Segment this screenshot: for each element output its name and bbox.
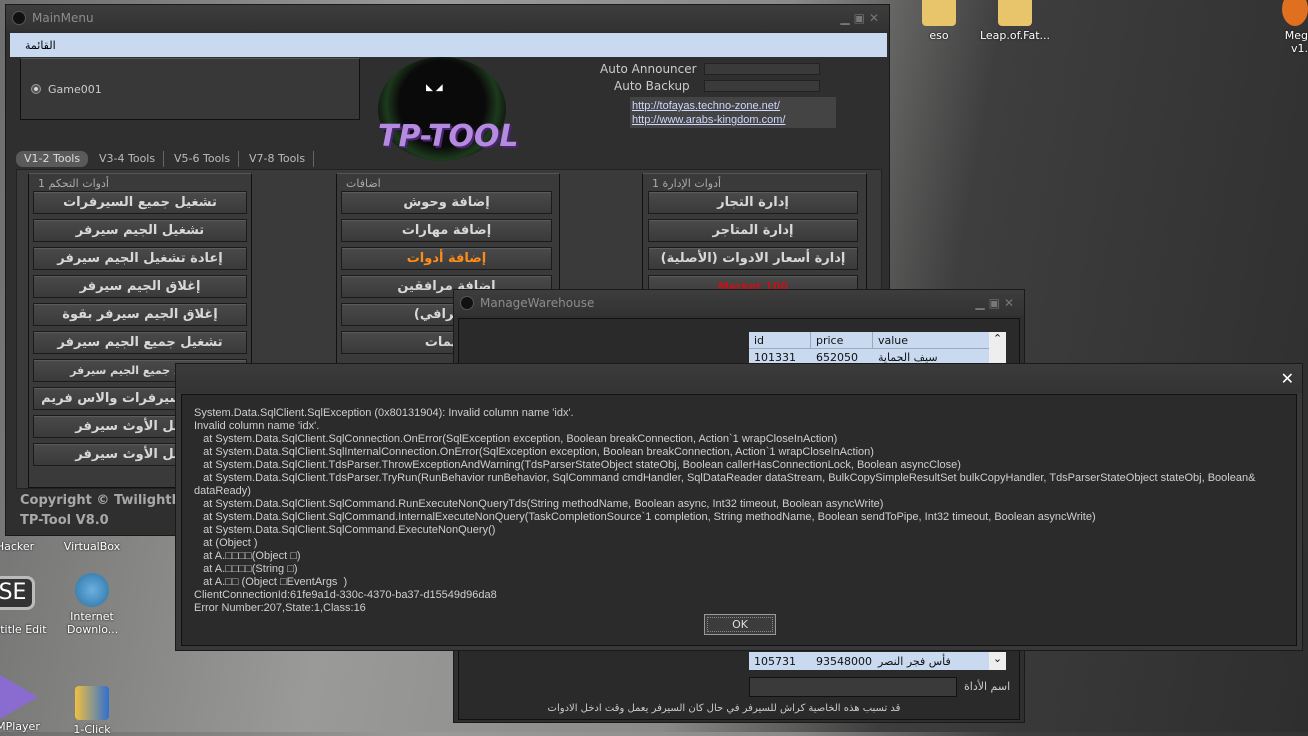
warning-text: قد تسبب هذه الخاصية كراش للسيرفر في حال … [547, 703, 901, 714]
desktop-icon-eso[interactable]: eso [899, 0, 979, 42]
subtitle-edit-icon: SE [0, 576, 35, 610]
links-box: http://tofayas.techno-zone.net/ http://w… [630, 97, 836, 128]
error-line: at A.□□□□(Object □) [194, 550, 301, 562]
idm-icon [75, 573, 109, 607]
tool-button[interactable]: إغلاق الجيم سيرفر بقوة [33, 303, 247, 326]
maximize-icon[interactable]: ▣ [989, 296, 1004, 310]
folder-icon [922, 0, 956, 26]
error-dialog: ✕ System.Data.SqlClient.SqlException (0x… [175, 363, 1303, 651]
server-list: Game001 [20, 58, 360, 120]
error-line: at System.Data.SqlClient.SqlInternalConn… [194, 446, 874, 458]
tool-button[interactable]: تشغيل الجيم سيرفر [33, 219, 247, 242]
error-line: System.Data.SqlClient.SqlException (0x80… [194, 407, 574, 419]
error-content: System.Data.SqlClient.SqlException (0x80… [181, 394, 1297, 646]
title-bar[interactable]: MainMenu ▁▣✕ [6, 5, 889, 31]
group-title: أدوات الإدارة 1 [652, 177, 722, 190]
tab-v3-4-tools[interactable]: V3-4 Tools [91, 151, 165, 167]
tool-button[interactable]: إضافة وحوش [341, 191, 552, 214]
error-message: System.Data.SqlClient.SqlException (0x80… [194, 407, 1289, 615]
desktop-icon-mplayer[interactable]: MPlayer [0, 720, 58, 733]
error-line: at A.□□□□(String □) [194, 563, 298, 575]
error-line: at System.Data.SqlClient.SqlConnection.O… [194, 433, 838, 445]
cleaner-icon [75, 686, 109, 720]
tool-button[interactable]: إغلاق الجيم سيرفر [33, 275, 247, 298]
ok-button[interactable]: OK [704, 614, 776, 635]
error-line: at System.Data.SqlClient.TdsParser.Throw… [194, 459, 961, 471]
warehouse-grid[interactable]: id price value 101331 652050 سيف الحماية ⌃ [749, 332, 1006, 366]
error-line: at System.Data.SqlClient.TdsParser.TryRu… [194, 472, 1259, 497]
group-title: اضافات [346, 177, 381, 190]
warehouse-grid-bottom[interactable]: 105731 93548000 فأس فجر النصر ⌄ [749, 652, 1006, 670]
minimize-icon[interactable]: ▁ [840, 11, 853, 25]
copyright-text: Copyright © TwilightPrin [20, 493, 202, 508]
desktop-icon-hacker[interactable]: Hacker [0, 540, 55, 553]
desktop-icon-1-click[interactable]: 1-Click [52, 686, 132, 736]
auto-announcer-label: Auto Announcer [600, 62, 697, 76]
tp-tool-logo: ◣ ◢ TP-TOOL [378, 57, 519, 161]
grid-header: id price value [749, 332, 1006, 349]
auto-backup-indicator [704, 80, 820, 92]
close-icon[interactable]: ✕ [1281, 369, 1294, 388]
desktop-icon-meg[interactable]: Meg v1. [1278, 0, 1308, 55]
tool-button[interactable]: إدارة أسعار الادوات (الأصلية) [648, 247, 858, 270]
auto-announcer-indicator [704, 63, 820, 75]
desktop-icon-subtitle-edit[interactable]: otitle Edit [0, 623, 60, 636]
app-icon [460, 296, 474, 310]
table-row[interactable]: 105731 93548000 فأس فجر النصر [749, 652, 1006, 668]
tool-button[interactable]: إدارة التجار [648, 191, 858, 214]
desktop-icon-internet-download-manager[interactable]: Internet Downlo... [52, 573, 132, 636]
tab-v7-8-tools[interactable]: V7-8 Tools [241, 151, 315, 167]
scroll-up-icon[interactable]: ⌃ [989, 332, 1006, 366]
error-line: at System.Data.SqlClient.SqlCommand.RunE… [194, 498, 884, 510]
error-line: at System.Data.SqlClient.SqlCommand.Exec… [194, 524, 496, 536]
link-arabs-kingdom[interactable]: http://www.arabs-kingdom.com/ [632, 113, 834, 127]
tool-button[interactable]: إعادة تشغيل الجيم سيرفر [33, 247, 247, 270]
server-radio[interactable] [31, 84, 41, 94]
group-title: أدوات التحكم 1 [38, 177, 109, 190]
maximize-icon[interactable]: ▣ [854, 11, 869, 25]
tool-button[interactable]: إدارة المتاجر [648, 219, 858, 242]
tab-v5-6-tools[interactable]: V5-6 Tools [166, 151, 240, 167]
tool-name-input[interactable] [749, 677, 957, 697]
tab-v1-2-tools[interactable]: V1-2 Tools [16, 151, 89, 167]
link-tofayas[interactable]: http://tofayas.techno-zone.net/ [632, 99, 834, 113]
app-icon [1282, 0, 1308, 26]
tool-button[interactable]: إضافة مهارات [341, 219, 552, 242]
close-icon[interactable]: ✕ [869, 11, 883, 25]
error-line: at (Object ) [194, 537, 258, 549]
dialog-title-bar[interactable]: ✕ [176, 364, 1302, 393]
scroll-down-icon[interactable]: ⌄ [989, 652, 1006, 670]
version-text: TP-Tool V8.0 [20, 513, 109, 528]
error-line: at System.Data.SqlClient.SqlCommand.Inte… [194, 511, 1096, 523]
error-line: Invalid column name 'idx'. [194, 420, 320, 432]
error-line: at A.□□ (Object □EventArgs ) [194, 576, 348, 588]
folder-icon [998, 0, 1032, 26]
tool-name-label: اسم الأداة [964, 680, 1011, 693]
app-icon [12, 11, 26, 25]
error-line: ClientConnectionId:61fe9a1d-330c-4370-ba… [194, 589, 497, 601]
close-icon[interactable]: ✕ [1004, 296, 1018, 310]
menu-item-main[interactable]: القائمة [25, 39, 56, 52]
tool-button[interactable]: تشغيل جميع السيرفرات [33, 191, 247, 214]
mplayer-icon [0, 675, 38, 719]
minimize-icon[interactable]: ▁ [975, 296, 988, 310]
title-bar[interactable]: ManageWarehouse ▁▣✕ [454, 290, 1024, 316]
desktop-icon-virtualbox[interactable]: VirtualBox [52, 540, 132, 553]
tool-button[interactable]: تشغيل جميع الجيم سيرفر [33, 331, 247, 354]
server-label: Game001 [48, 83, 102, 96]
menu-bar: القائمة [10, 33, 887, 57]
tool-button[interactable]: إضافة أدوات [341, 247, 552, 270]
desktop-icon-leap[interactable]: Leap.of.Fat... [975, 0, 1055, 42]
auto-backup-label: Auto Backup [614, 79, 690, 93]
